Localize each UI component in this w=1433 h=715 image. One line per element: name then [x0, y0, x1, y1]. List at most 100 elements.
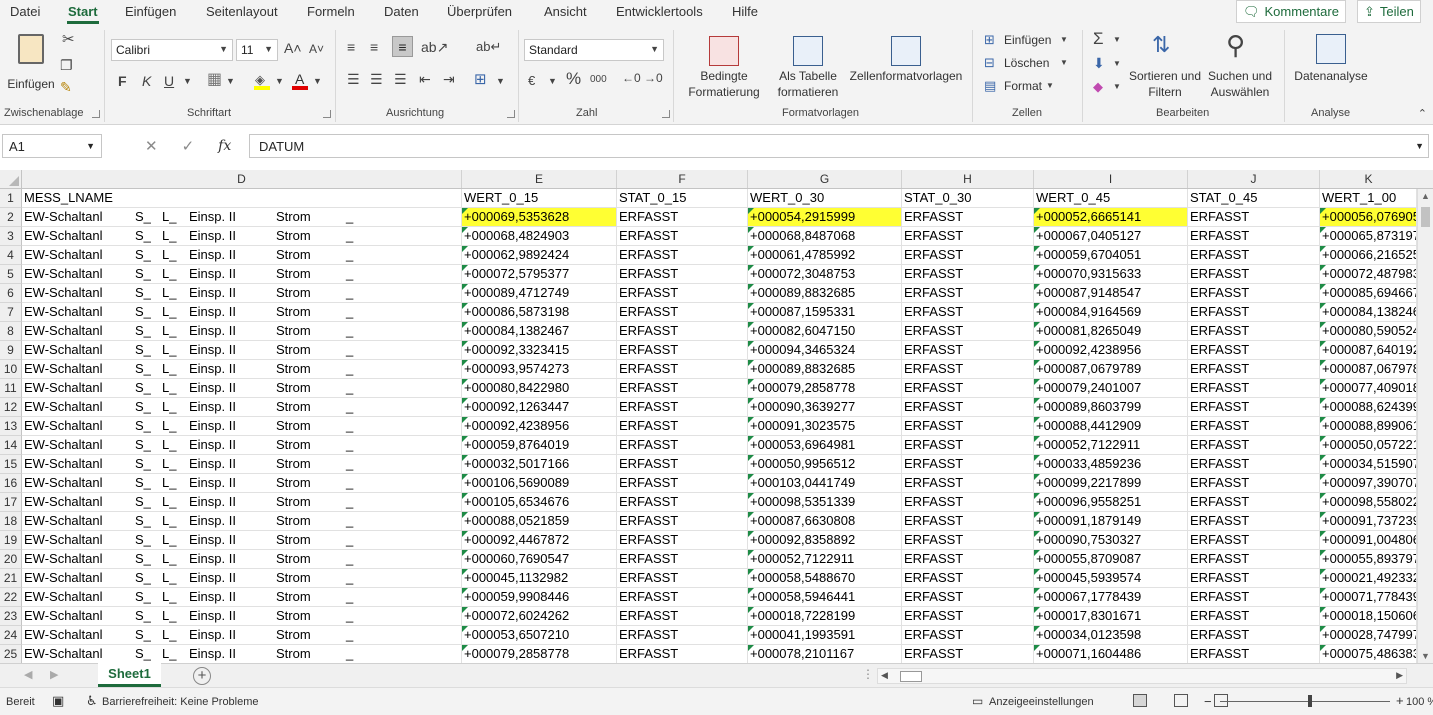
cell-f[interactable]: ERFASST [617, 398, 748, 417]
cell-d[interactable]: EW-Schaltanl S_ L_ Einsp. II Strom _ [22, 398, 462, 417]
row-header[interactable]: 3 [0, 227, 22, 246]
cell-f[interactable]: ERFASST [617, 531, 748, 550]
cell-k1[interactable]: WERT_1_00 [1320, 189, 1417, 208]
chevron-down-icon[interactable]: ▼ [1113, 83, 1121, 91]
decrease-decimal-icon[interactable]: →0 [644, 72, 663, 84]
alignment-launcher-icon[interactable] [507, 110, 515, 118]
number-format-select[interactable]: Standard ▼ [524, 39, 664, 61]
sort-filter-button[interactable]: ⇅ Sortieren und Filtern [1126, 32, 1204, 100]
column-header-h[interactable]: H [902, 170, 1034, 188]
cell-j[interactable]: ERFASST [1188, 436, 1320, 455]
cell-f[interactable]: ERFASST [617, 246, 748, 265]
tab-start[interactable]: Start [68, 4, 98, 19]
row-header[interactable]: 23 [0, 607, 22, 626]
normal-view-icon[interactable] [1133, 694, 1147, 707]
cell-j[interactable]: ERFASST [1188, 303, 1320, 322]
chevron-down-icon[interactable]: ▼ [1113, 60, 1121, 68]
scroll-down-icon[interactable]: ▼ [1421, 651, 1430, 661]
cell-g[interactable]: +000091,3023575 [748, 417, 902, 436]
align-right-icon[interactable]: ☰ [394, 72, 407, 86]
cell-d[interactable]: EW-Schaltanl S_ L_ Einsp. II Strom _ [22, 474, 462, 493]
cell-f[interactable]: ERFASST [617, 626, 748, 645]
format-painter-icon[interactable]: ✎ [60, 80, 72, 94]
cell-k[interactable]: +000021,492332 [1320, 569, 1417, 588]
cell-j1[interactable]: STAT_0_45 [1188, 189, 1320, 208]
cell-g[interactable]: +000103,0441749 [748, 474, 902, 493]
cell-e[interactable]: +000062,9892424 [462, 246, 617, 265]
cell-f[interactable]: ERFASST [617, 322, 748, 341]
row-header[interactable]: 14 [0, 436, 22, 455]
zoom-in-icon[interactable]: + [1396, 693, 1404, 708]
cell-f[interactable]: ERFASST [617, 512, 748, 531]
cell-f[interactable]: ERFASST [617, 360, 748, 379]
row-header[interactable]: 6 [0, 284, 22, 303]
cell-g[interactable]: +000094,3465324 [748, 341, 902, 360]
cell-i[interactable]: +000033,4859236 [1034, 455, 1188, 474]
cell-e[interactable]: +000089,4712749 [462, 284, 617, 303]
cell-i[interactable]: +000079,2401007 [1034, 379, 1188, 398]
cell-f1[interactable]: STAT_0_15 [617, 189, 748, 208]
cell-j[interactable]: ERFASST [1188, 455, 1320, 474]
copy-icon[interactable]: ❐ [60, 58, 73, 72]
cell-j[interactable]: ERFASST [1188, 607, 1320, 626]
increase-indent-icon[interactable]: ⇥ [443, 72, 455, 86]
row-header[interactable]: 5 [0, 265, 22, 284]
cell-k[interactable]: +000065,873197 [1320, 227, 1417, 246]
cell-f[interactable]: ERFASST [617, 265, 748, 284]
cell-k[interactable]: +000077,409018 [1320, 379, 1417, 398]
tab-entwicklertools[interactable]: Entwicklertools [616, 4, 703, 19]
cell-g[interactable]: +000068,8487068 [748, 227, 902, 246]
cell-h[interactable]: ERFASST [902, 246, 1034, 265]
cell-k[interactable]: +000080,590524 [1320, 322, 1417, 341]
cell-i[interactable]: +000067,0405127 [1034, 227, 1188, 246]
cell-g[interactable]: +000018,7228199 [748, 607, 902, 626]
paste-button[interactable]: Einfügen [6, 32, 56, 92]
cell-h[interactable]: ERFASST [902, 227, 1034, 246]
cell-e[interactable]: +000069,5353628 [462, 208, 617, 227]
cell-h[interactable]: ERFASST [902, 512, 1034, 531]
chevron-down-icon[interactable]: ▼ [183, 77, 192, 86]
cell-d[interactable]: EW-Schaltanl S_ L_ Einsp. II Strom _ [22, 569, 462, 588]
cell-f[interactable]: ERFASST [617, 493, 748, 512]
tab-einfuegen[interactable]: Einfügen [125, 4, 176, 19]
cell-e[interactable]: +000059,8764019 [462, 436, 617, 455]
row-header[interactable]: 13 [0, 417, 22, 436]
border-icon[interactable]: ▦ [207, 72, 222, 88]
cell-j[interactable]: ERFASST [1188, 645, 1320, 663]
cell-j[interactable]: ERFASST [1188, 626, 1320, 645]
row-header[interactable]: 21 [0, 569, 22, 588]
cell-h[interactable]: ERFASST [902, 455, 1034, 474]
cell-j[interactable]: ERFASST [1188, 246, 1320, 265]
cell-i[interactable]: +000096,9558251 [1034, 493, 1188, 512]
cell-g[interactable]: +000079,2858778 [748, 379, 902, 398]
cell-i[interactable]: +000017,8301671 [1034, 607, 1188, 626]
row-header[interactable]: 25 [0, 645, 22, 663]
cell-f[interactable]: ERFASST [617, 208, 748, 227]
cell-i[interactable]: +000052,7122911 [1034, 436, 1188, 455]
cell-h[interactable]: ERFASST [902, 607, 1034, 626]
align-bottom-icon[interactable]: ≡ [392, 36, 413, 57]
cell-d[interactable]: EW-Schaltanl S_ L_ Einsp. II Strom _ [22, 417, 462, 436]
cell-e[interactable]: +000053,6507210 [462, 626, 617, 645]
cell-h[interactable]: ERFASST [902, 417, 1034, 436]
cell-e[interactable]: +000106,5690089 [462, 474, 617, 493]
cell-f[interactable]: ERFASST [617, 645, 748, 663]
cell-i[interactable]: +000089,8603799 [1034, 398, 1188, 417]
cell-k[interactable]: +000091,737239 [1320, 512, 1417, 531]
cell-f[interactable]: ERFASST [617, 227, 748, 246]
fill-color-icon[interactable]: ◈ [254, 72, 270, 90]
cell-e[interactable]: +000086,5873198 [462, 303, 617, 322]
column-header-i[interactable]: I [1034, 170, 1188, 188]
cell-e[interactable]: +000060,7690547 [462, 550, 617, 569]
cell-f[interactable]: ERFASST [617, 455, 748, 474]
confirm-icon[interactable]: ✓ [182, 137, 195, 155]
cell-d[interactable]: EW-Schaltanl S_ L_ Einsp. II Strom _ [22, 265, 462, 284]
row-header[interactable]: 8 [0, 322, 22, 341]
cell-k[interactable]: +000028,747997 [1320, 626, 1417, 645]
cell-j[interactable]: ERFASST [1188, 493, 1320, 512]
cell-g[interactable]: +000041,1993591 [748, 626, 902, 645]
tab-seitenlayout[interactable]: Seitenlayout [206, 4, 278, 19]
cell-j[interactable]: ERFASST [1188, 398, 1320, 417]
cell-e[interactable]: +000105,6534676 [462, 493, 617, 512]
cell-j[interactable]: ERFASST [1188, 341, 1320, 360]
